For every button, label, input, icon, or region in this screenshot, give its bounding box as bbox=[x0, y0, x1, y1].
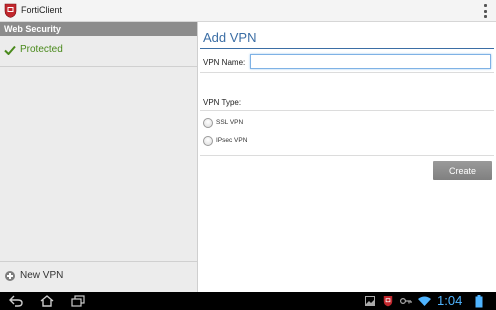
protected-status-item[interactable]: Protected bbox=[0, 36, 197, 66]
vpn-name-input[interactable] bbox=[250, 54, 491, 69]
action-bar: FortiClient bbox=[0, 0, 496, 22]
vpn-type-label: VPN Type: bbox=[203, 98, 242, 107]
overflow-menu-icon[interactable] bbox=[484, 4, 488, 18]
web-security-header: Web Security bbox=[0, 22, 197, 36]
ipsec-vpn-label: IPsec VPN bbox=[216, 137, 248, 144]
divider bbox=[200, 110, 494, 111]
battery-icon bbox=[475, 295, 483, 308]
key-icon bbox=[400, 298, 412, 304]
page-title: Add VPN bbox=[203, 30, 257, 45]
home-icon[interactable] bbox=[40, 295, 54, 307]
new-vpn-label: New VPN bbox=[20, 270, 64, 281]
forticlient-logo-icon bbox=[4, 3, 17, 18]
sidebar: Web Security Protected New VPN bbox=[0, 22, 198, 292]
image-notification-icon bbox=[365, 296, 375, 306]
add-vpn-form: Add VPN VPN Name: VPN Type: SSL VPN IPse… bbox=[198, 22, 496, 292]
checkmark-icon bbox=[4, 45, 16, 55]
radio-button-icon[interactable] bbox=[203, 136, 213, 146]
recent-apps-icon[interactable] bbox=[71, 295, 85, 307]
divider bbox=[200, 72, 494, 73]
new-vpn-button[interactable]: New VPN bbox=[0, 262, 197, 292]
forticlient-notification-icon bbox=[383, 296, 393, 307]
app-title: FortiClient bbox=[21, 5, 63, 15]
divider bbox=[0, 66, 197, 67]
vpn-name-label: VPN Name: bbox=[203, 58, 246, 67]
ssl-vpn-label: SSL VPN bbox=[216, 119, 244, 126]
wifi-icon bbox=[418, 296, 431, 306]
system-bar: 1:04 bbox=[0, 292, 496, 310]
plus-circle-icon bbox=[5, 271, 15, 281]
clock: 1:04 bbox=[437, 293, 463, 308]
radio-button-icon[interactable] bbox=[203, 118, 213, 128]
create-button[interactable]: Create bbox=[433, 161, 492, 180]
back-icon[interactable] bbox=[9, 295, 23, 307]
title-underline bbox=[200, 48, 494, 49]
divider bbox=[200, 155, 494, 156]
protected-label: Protected bbox=[20, 44, 63, 55]
